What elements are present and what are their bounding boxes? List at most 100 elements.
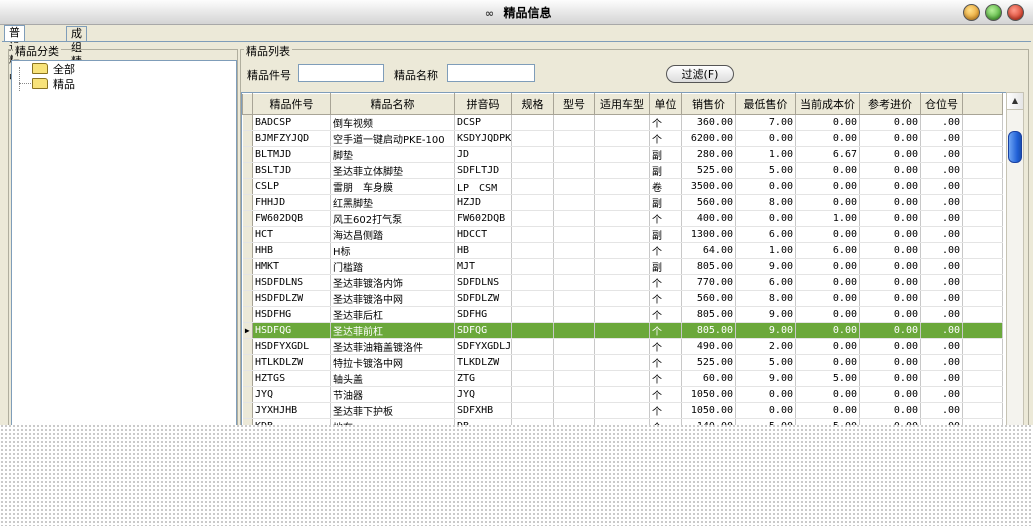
column-header[interactable]: 精品件号: [252, 93, 331, 115]
item-list-title: 精品列表: [244, 43, 292, 59]
table-cell: 圣达菲后杠: [330, 306, 455, 323]
column-header[interactable]: 当前成本价: [795, 93, 860, 115]
table-cell: [553, 162, 595, 179]
item-grid[interactable]: 精品件号 精品名称 拼音码 规格 型号 适用车型 单位 销售价 最低售价 当前成…: [241, 92, 1007, 425]
table-cell: 个: [649, 322, 682, 339]
table-row[interactable]: HZTGS 轴头盖 ZTG 个 60.00 9.00 5.00 0.00.00: [242, 370, 1003, 387]
table-cell: 个: [649, 354, 682, 371]
table-cell: .00: [920, 210, 963, 227]
table-cell: 770.00: [681, 274, 736, 291]
scrollbar-thumb[interactable]: [1008, 131, 1022, 163]
table-cell: SDFDLNS: [454, 274, 512, 291]
part-no-label: 精品件号: [247, 69, 291, 82]
row-indicator: [242, 274, 253, 291]
minimize-button[interactable]: [963, 4, 980, 21]
scroll-up-button[interactable]: ▲: [1007, 93, 1023, 110]
table-row[interactable]: HTLKDLZW 特拉卡镀洛中网 TLKDLZW 个 525.00 5.00 0.00 0.0…: [242, 354, 1003, 371]
table-row[interactable]: KDB地布DB个140.005.005.000.00.00: [242, 418, 1003, 425]
table-row[interactable]: FHHJD 红黑脚垫 HZJD 副 560.00 8.00 0.00 0.00.00: [242, 194, 1003, 211]
table-cell: 雷朋 车身膜: [330, 178, 455, 195]
column-header[interactable]: 单位: [649, 93, 682, 115]
vertical-scrollbar[interactable]: ▲: [1006, 92, 1024, 425]
table-row[interactable]: HMKT 门槛踏 MJT 副 805.00 9.00 0.00 0.00.00: [242, 258, 1003, 275]
table-cell: 0.00: [859, 130, 921, 147]
table-row[interactable]: HSDFDLZW 圣达菲镀洛中网 SDFDLZW 个 560.00 8.00 0.00 0.0…: [242, 290, 1003, 307]
table-row[interactable]: HSDFHG 圣达菲后杠 SDFHG 个 805.00 9.00 0.00 0.00.00: [242, 306, 1003, 323]
tab-grouped-items[interactable]: 成组精品: [66, 26, 87, 82]
table-cell: 0.00: [859, 418, 921, 425]
table-cell: [511, 306, 554, 323]
table-cell-empty: [962, 386, 1003, 403]
row-indicator: [242, 386, 253, 403]
table-cell: 6.67: [795, 146, 860, 163]
table-row[interactable]: HHB H标 HB 个 64.00 1.00 6.00 0.00.00: [242, 242, 1003, 259]
table-row[interactable]: JYQ 节油器 JYQ 个 1050.00 0.00 0.00 0.00.00: [242, 386, 1003, 403]
table-cell: .00: [920, 306, 963, 323]
tree-item-label: 精品: [53, 78, 75, 91]
table-cell: HZJD: [454, 194, 512, 211]
table-cell: [553, 258, 595, 275]
row-indicator: [242, 402, 253, 419]
column-header[interactable]: 拼音码: [454, 93, 512, 115]
table-row[interactable]: BADCSP 倒车视频 DCSP 个 360.00 7.00 0.00 0.00.00: [242, 114, 1003, 131]
tree-item-all[interactable]: 全部: [32, 63, 75, 77]
part-no-input[interactable]: [298, 64, 384, 82]
table-row[interactable]: CSLP 雷朋 车身膜 LP CSM 卷 3500.00 0.00 0.00 0.00.00: [242, 178, 1003, 195]
table-cell: [594, 258, 650, 275]
table-cell: [553, 226, 595, 243]
table-cell: 个: [649, 306, 682, 323]
column-header[interactable]: 最低售价: [735, 93, 796, 115]
category-tree[interactable]: 全部 精品: [11, 60, 237, 425]
table-row[interactable]: JYXHJHB 圣达菲下护板 SDFXHB 个 1050.00 0.00 0.00 0.00.…: [242, 402, 1003, 419]
table-cell: 0.00: [859, 114, 921, 131]
table-cell: 脚垫: [330, 146, 455, 163]
table-cell: [511, 322, 554, 339]
table-cell: [594, 210, 650, 227]
maximize-button[interactable]: [985, 4, 1002, 21]
table-row[interactable]: HSDFDLNS 圣达菲镀洛内饰 SDFDLNS 个 770.00 6.00 0.00 0.0…: [242, 274, 1003, 291]
column-header[interactable]: 型号: [553, 93, 595, 115]
table-cell: [553, 386, 595, 403]
table-cell: 0.00: [859, 210, 921, 227]
close-button[interactable]: [1007, 4, 1024, 21]
tree-item-accessories[interactable]: 精品: [32, 78, 75, 92]
table-row[interactable]: FW602DQB 风王602打气泵 FW602DQB 个 400.00 0.00 1.00 0…: [242, 210, 1003, 227]
row-indicator: [242, 370, 253, 387]
column-header[interactable]: 精品名称: [330, 93, 455, 115]
table-row[interactable]: HSDFYXGDL 圣达菲油箱盖镀洛件 SDFYXGDLJ 个 490.00 2.00 0.…: [242, 338, 1003, 355]
table-cell: 805.00: [681, 306, 736, 323]
column-header[interactable]: 参考进价: [859, 93, 921, 115]
table-cell: 8.00: [735, 194, 796, 211]
table-row[interactable]: HCT 海达昌侧踏 HDCCT 副 1300.00 6.00 0.00 0.00.00: [242, 226, 1003, 243]
row-indicator: [242, 130, 253, 147]
table-cell: 个: [649, 418, 682, 425]
column-header[interactable]: 适用车型: [594, 93, 650, 115]
column-header[interactable]: 仓位号: [920, 93, 963, 115]
table-cell-empty: [962, 402, 1003, 419]
table-cell: HTLKDLZW: [252, 354, 331, 371]
row-indicator: [242, 242, 253, 259]
table-cell: 0.00: [735, 130, 796, 147]
table-cell: 0.00: [795, 130, 860, 147]
filter-button[interactable]: 过滤(F): [666, 65, 734, 83]
table-cell: KDB: [252, 418, 331, 425]
table-cell-empty: [962, 146, 1003, 163]
table-row[interactable]: BSLTJD 圣达菲立体脚垫 SDFLTJD 副 525.00 5.00 0.00 0.00.…: [242, 162, 1003, 179]
table-cell: 1.00: [735, 242, 796, 259]
table-cell: 6.00: [795, 242, 860, 259]
table-cell: 360.00: [681, 114, 736, 131]
main-window: ∞ 精品信息 普通精品 成组精品 精品分类 全部 精品 精品列表 精品件号 精品名…: [0, 0, 1033, 425]
item-table: 精品件号 精品名称 拼音码 规格 型号 适用车型 单位 销售价 最低售价 当前成…: [242, 93, 1003, 425]
table-cell: [594, 178, 650, 195]
table-cell: 0.00: [859, 274, 921, 291]
column-header[interactable]: 规格: [511, 93, 554, 115]
table-cell: [511, 178, 554, 195]
column-header[interactable]: 销售价: [681, 93, 736, 115]
table-row[interactable]: BJMFZYJQD 空手道一键启动PKE-100 KSDYJQDPK 个 6200.00…: [242, 130, 1003, 147]
table-row[interactable]: BLTMJD 脚垫 JD 副 280.00 1.00 6.67 0.00.00: [242, 146, 1003, 163]
table-cell-empty: [962, 226, 1003, 243]
tab-regular-items[interactable]: 普通精品: [4, 25, 25, 81]
item-name-input[interactable]: [447, 64, 535, 82]
table-cell: 副: [649, 146, 682, 163]
table-row[interactable]: ▶ HSDFQG 圣达菲前杠 SDFQG 个 805.00 9.00 0.00 0.00.00: [242, 322, 1003, 339]
